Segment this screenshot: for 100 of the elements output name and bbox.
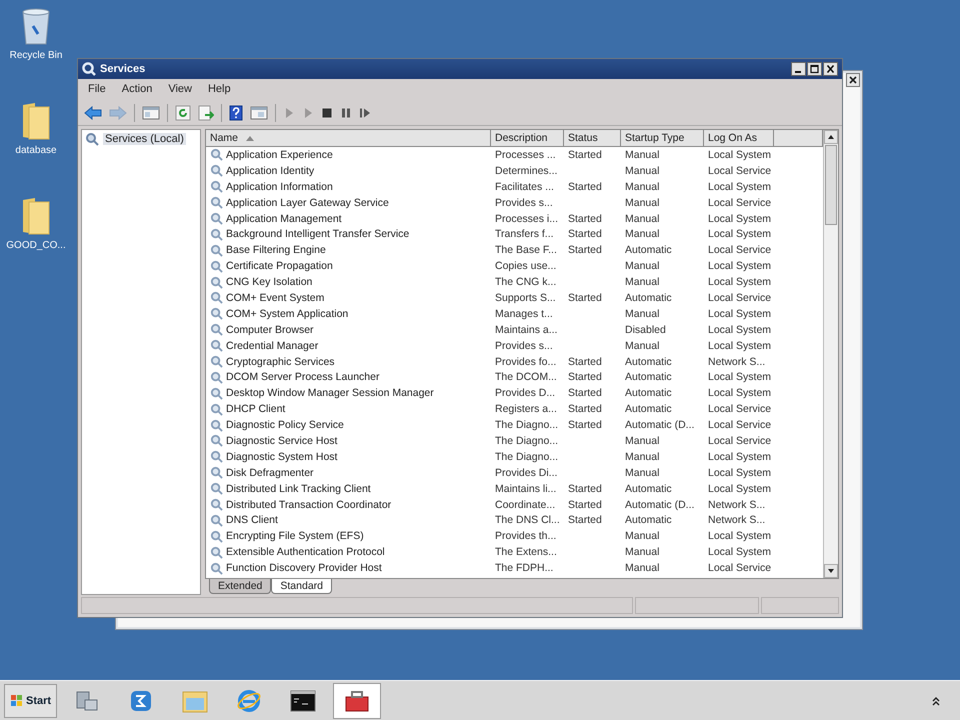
service-name[interactable]: Distributed Link Tracking Client	[226, 482, 371, 495]
start-button[interactable]: Start	[4, 684, 58, 718]
table-cell: Manual	[625, 148, 660, 161]
table-cell: Facilitates ...	[495, 180, 554, 193]
table-cell: Started	[568, 228, 602, 240]
column-header[interactable]: Description	[491, 130, 564, 146]
service-name[interactable]: COM+ Event System	[226, 292, 324, 304]
table-cell: The Base F...	[495, 244, 557, 256]
service-name[interactable]: Disk Defragmenter	[226, 466, 314, 479]
table-cell: Local System	[708, 371, 772, 384]
table-cell: Provides fo...	[495, 356, 556, 368]
column-header[interactable]: Name	[206, 130, 491, 146]
table-cell: Provides D...	[495, 387, 556, 400]
service-name[interactable]: Diagnostic Policy Service	[226, 419, 344, 432]
properties-icon[interactable]	[250, 105, 268, 121]
resume-icon[interactable]	[359, 107, 371, 119]
table-cell: Local System	[708, 276, 772, 288]
table-cell: Manual	[625, 466, 660, 479]
service-name[interactable]: Application Layer Gateway Service	[226, 196, 389, 209]
service-name[interactable]: Application Management	[226, 212, 342, 224]
sort-arrow-icon	[246, 136, 254, 140]
service-name[interactable]: Desktop Window Manager Session Manager	[226, 387, 434, 400]
service-name[interactable]: Computer Browser	[226, 324, 314, 336]
table-cell: Local System	[708, 212, 772, 224]
table-cell: Maintains a...	[495, 324, 558, 336]
table-cell: Local Service	[708, 164, 772, 177]
table-cell: The Extens...	[495, 546, 557, 558]
table-cell: Local System	[708, 340, 772, 352]
menu-item[interactable]: View	[168, 83, 192, 97]
view-tab[interactable]: Standard	[271, 579, 332, 594]
service-name[interactable]: DCOM Server Process Launcher	[226, 371, 380, 384]
menu-item[interactable]: Action	[122, 83, 152, 97]
table-cell: Automatic	[625, 371, 672, 384]
vertical-scrollbar[interactable]	[823, 130, 838, 578]
service-name[interactable]: CNG Key Isolation	[226, 276, 312, 288]
service-name[interactable]: Distributed Transaction Coordinator	[226, 498, 392, 511]
table-cell: The Diagno...	[495, 450, 558, 463]
desktop-icon-label[interactable]: GOOD_CO...	[6, 240, 66, 251]
table-cell: Manual	[625, 546, 660, 558]
service-name[interactable]: Certificate Propagation	[226, 260, 333, 272]
table-cell: Automatic	[625, 403, 672, 416]
table-cell: Manual	[625, 276, 660, 288]
back-arrow-icon[interactable]	[84, 106, 102, 120]
column-header[interactable]: Startup Type	[621, 130, 704, 146]
table-cell: Manual	[625, 434, 660, 447]
service-name[interactable]: Credential Manager	[226, 340, 318, 352]
close-button[interactable]	[823, 62, 838, 76]
service-name[interactable]: Function Discovery Provider Host	[226, 562, 382, 574]
table-cell: Provides s...	[495, 196, 553, 209]
service-name[interactable]: Application Information	[226, 180, 333, 193]
stop-icon[interactable]	[321, 107, 333, 119]
table-cell: The Diagno...	[495, 419, 558, 432]
folder-icon[interactable]	[21, 101, 51, 141]
service-name[interactable]: Base Filtering Engine	[226, 244, 326, 256]
desktop-icon-label[interactable]: Recycle Bin	[10, 50, 62, 61]
taskbar-button[interactable]	[333, 682, 382, 718]
refresh-icon[interactable]	[175, 105, 191, 121]
service-name[interactable]: Background Intelligent Transfer Service	[226, 228, 410, 240]
service-name[interactable]: Diagnostic Service Host	[226, 434, 338, 447]
view-tab[interactable]: Extended	[209, 579, 272, 594]
help-icon[interactable]	[229, 105, 243, 121]
export-list-icon[interactable]	[198, 105, 214, 121]
service-name[interactable]: Application Experience	[226, 148, 333, 161]
table-cell: Copies use...	[495, 260, 556, 272]
maximize-button[interactable]	[807, 62, 822, 76]
service-name[interactable]: Diagnostic System Host	[226, 450, 338, 463]
pause-icon[interactable]	[340, 107, 352, 119]
column-header[interactable]: Status	[564, 130, 621, 146]
desktop-icon-label[interactable]: database	[15, 145, 57, 156]
table-cell: Local System	[708, 450, 772, 463]
service-name[interactable]: COM+ System Application	[226, 308, 348, 320]
service-name[interactable]: Encrypting File System (EFS)	[226, 530, 364, 542]
menu-item[interactable]: Help	[208, 83, 231, 97]
show-hidden-icons-chevron-icon[interactable]	[932, 696, 940, 706]
scrollbar-thumb[interactable]	[825, 145, 837, 225]
table-cell: Manual	[625, 340, 660, 352]
table-cell: Started	[568, 371, 602, 384]
column-header[interactable]: Log On As	[704, 130, 774, 146]
menu-item[interactable]: File	[88, 83, 106, 97]
table-cell: Manual	[625, 180, 660, 193]
service-name[interactable]: Cryptographic Services	[226, 356, 335, 368]
pane-view-icon[interactable]	[142, 105, 160, 121]
service-name[interactable]: Extensible Authentication Protocol	[226, 546, 385, 558]
table-cell: The DNS Cl...	[495, 514, 560, 526]
table-cell: Automatic	[625, 244, 672, 256]
table-cell: Manual	[625, 450, 660, 463]
table-cell: Processes i...	[495, 212, 558, 224]
table-cell: Local Service	[708, 434, 772, 447]
close-icon[interactable]	[846, 73, 860, 87]
table-cell: Registers a...	[495, 403, 557, 416]
minimize-button[interactable]	[791, 62, 806, 76]
table-cell: Automatic	[625, 482, 672, 495]
service-name[interactable]: DHCP Client	[226, 403, 286, 416]
folder-icon[interactable]	[21, 196, 51, 236]
table-cell: Local System	[708, 308, 772, 320]
service-name[interactable]: Application Identity	[226, 164, 314, 177]
browser-e-icon	[236, 688, 262, 714]
service-name[interactable]: DNS Client	[226, 514, 278, 526]
tree-item[interactable]: Services (Local)	[103, 133, 186, 145]
table-cell: Manual	[625, 164, 660, 177]
